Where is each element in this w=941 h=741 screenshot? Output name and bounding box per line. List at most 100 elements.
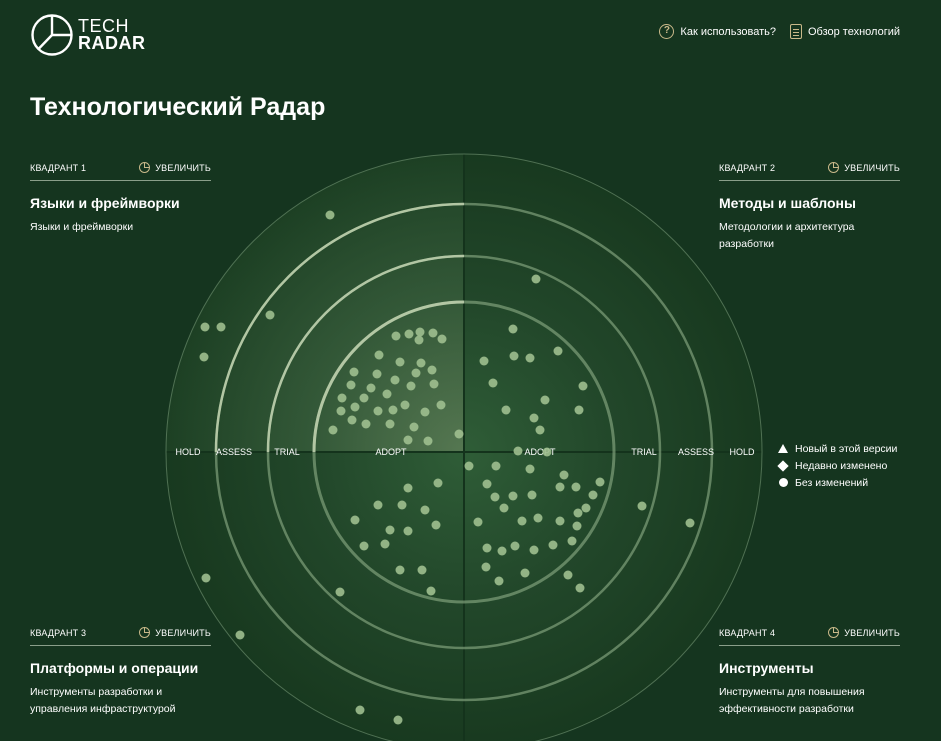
ring-label-assess-right: ASSESS xyxy=(678,447,714,457)
radar-blip xyxy=(571,482,581,492)
ring-label-trial-left: TRIAL xyxy=(274,447,300,457)
radar-blip xyxy=(540,395,550,405)
quadrant-1-description: Языки и фреймворки xyxy=(30,221,134,233)
radar-blip xyxy=(533,513,543,523)
radar-blip xyxy=(403,483,413,493)
triangle-icon xyxy=(778,444,788,453)
quadrant-4-panel: КВАДРАНТ 4 УВЕЛИЧИТЬ Инструменты Инструм… xyxy=(719,627,900,718)
ring-label-hold-right: HOLD xyxy=(729,447,755,457)
radar-blip xyxy=(403,435,413,445)
radar-blip xyxy=(428,328,438,338)
radar-blip xyxy=(426,586,436,596)
legend-label-unchanged: Без изменений xyxy=(795,476,869,489)
ring-label-adopt-left: ADOPT xyxy=(375,447,407,457)
radar-blip xyxy=(497,546,507,556)
radar-blip xyxy=(482,479,492,489)
tech-overview-label: Обзор технологий xyxy=(807,25,900,38)
quadrant-1-title: Языки и фреймворки xyxy=(30,195,180,211)
radar-blip xyxy=(336,406,346,416)
quadrant-1-panel: КВАДРАНТ 1 УВЕЛИЧИТЬ Языки и фреймворки … xyxy=(30,162,211,236)
legend-item-changed: Недавно изменено xyxy=(777,458,897,473)
tech-overview-link[interactable]: Обзор технологий xyxy=(789,24,900,39)
radar-blip xyxy=(420,505,430,515)
quadrant-1-label: КВАДРАНТ 1 xyxy=(30,162,87,173)
quadrant-3-zoom-button[interactable]: УВЕЛИЧИТЬ xyxy=(139,627,211,638)
top-navigation: ? Как использовать? Обзор технологий xyxy=(659,24,900,39)
ring-label-assess-left: ASSESS xyxy=(216,447,252,457)
radar-blip xyxy=(201,573,211,583)
radar-blip xyxy=(525,353,535,363)
radar-blip xyxy=(431,520,441,530)
radar-blip xyxy=(473,517,483,527)
radar-blip xyxy=(510,541,520,551)
radar-blip xyxy=(513,446,523,456)
radar-blip xyxy=(337,393,347,403)
radar-blip xyxy=(563,570,573,580)
radar-blip xyxy=(395,565,405,575)
radar-blip xyxy=(572,521,582,531)
legend-item-unchanged: Без изменений xyxy=(778,475,897,490)
radar-blip xyxy=(637,501,647,511)
diamond-icon xyxy=(777,459,789,472)
radar-blip xyxy=(490,492,500,502)
quadrant-4-title: Инструменты xyxy=(719,660,814,676)
radar-blip xyxy=(406,381,416,391)
radar-blip xyxy=(527,490,537,500)
radar-blip xyxy=(355,705,365,715)
how-to-use-link[interactable]: ? Как использовать? xyxy=(659,24,776,39)
radar-blip xyxy=(588,490,598,500)
radar-blip xyxy=(347,415,357,425)
zoom-label: УВЕЛИЧИТЬ xyxy=(844,162,900,173)
quadrant-2-label: КВАДРАНТ 2 xyxy=(719,162,776,173)
radar-blip xyxy=(555,482,565,492)
radar-blip xyxy=(494,576,504,586)
radar-blip xyxy=(373,406,383,416)
quadrant-3-title: Платформы и операции xyxy=(30,660,199,676)
quadrant-1-zoom-button[interactable]: УВЕЛИЧИТЬ xyxy=(139,162,211,173)
radar-logo-icon xyxy=(31,14,73,56)
radar-blip xyxy=(265,310,275,320)
radar-blip xyxy=(359,541,369,551)
radar-blip xyxy=(404,329,414,339)
radar-legend: Новый в этой версии Недавно изменено Без… xyxy=(777,441,898,490)
radar-blip xyxy=(335,587,345,597)
radar-blip xyxy=(481,562,491,572)
radar-blip xyxy=(574,405,584,415)
radar-blip xyxy=(433,478,443,488)
radar-blip xyxy=(535,425,545,435)
legend-label-changed: Недавно изменено xyxy=(795,459,888,472)
radar-blip xyxy=(397,500,407,510)
ring-label-hold-left: HOLD xyxy=(175,447,201,457)
quadrant-3-label: КВАДРАНТ 3 xyxy=(30,627,87,638)
radar-blip xyxy=(216,322,226,332)
logo[interactable]: TECH RADAR xyxy=(30,13,146,57)
how-to-use-label: Как использовать? xyxy=(680,25,776,38)
radar-blip xyxy=(491,461,501,471)
radar-blip xyxy=(328,425,338,435)
radar-blip xyxy=(409,422,419,432)
pie-chart-icon xyxy=(139,162,151,173)
radar-blip xyxy=(391,331,401,341)
radar-blip xyxy=(567,536,577,546)
radar-blip xyxy=(427,365,437,375)
radar-blip xyxy=(395,357,405,367)
radar-blip xyxy=(423,436,433,446)
radar-blip xyxy=(542,447,552,457)
radar-blip xyxy=(374,350,384,360)
quadrant-2-zoom-button[interactable]: УВЕЛИЧИТЬ xyxy=(828,162,900,173)
radar-blip xyxy=(411,368,421,378)
quadrant-4-zoom-button[interactable]: УВЕЛИЧИТЬ xyxy=(828,627,900,638)
radar-blip xyxy=(200,322,210,332)
radar-blip xyxy=(520,568,530,578)
radar-blip xyxy=(385,525,395,535)
radar-blip xyxy=(531,274,541,284)
radar-blip xyxy=(578,381,588,391)
radar-blip xyxy=(573,508,583,518)
radar-blip xyxy=(517,516,527,526)
legend-label-new: Новый в этой версии xyxy=(795,442,898,455)
question-icon: ? xyxy=(659,24,675,39)
radar-blip xyxy=(380,539,390,549)
radar-blip xyxy=(508,491,518,501)
radar-blip xyxy=(359,393,369,403)
radar-blip xyxy=(454,429,464,439)
